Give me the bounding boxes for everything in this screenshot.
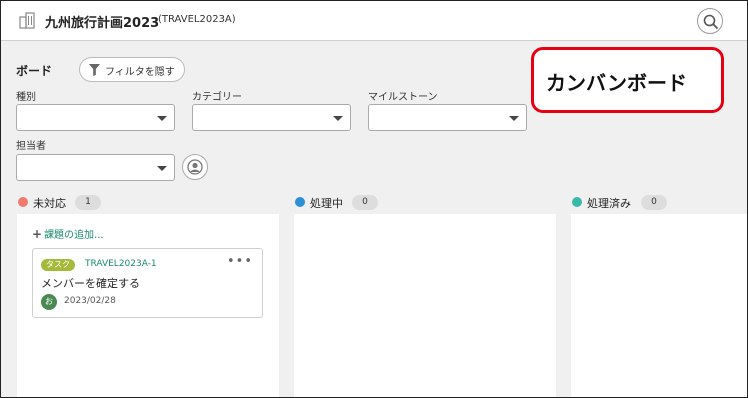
status-dot	[572, 197, 582, 207]
board-title: ボード	[16, 64, 53, 78]
status-dot	[18, 197, 28, 207]
column-name: 未対応	[33, 197, 66, 210]
plus-icon: +	[32, 227, 43, 241]
search-icon	[703, 14, 719, 30]
issue-type-tag: タスク	[41, 259, 75, 271]
search-button[interactable]	[697, 8, 723, 34]
avatar: お	[41, 294, 57, 310]
column-name: 処理済み	[587, 197, 631, 210]
filter-icon	[89, 64, 100, 76]
column-count: 0	[352, 195, 378, 210]
add-issue-label: 課題の追加...	[44, 230, 104, 241]
column-header-open: 未対応 1	[18, 194, 118, 210]
chevron-down-icon	[333, 116, 343, 121]
due-date: 2023/02/28	[64, 296, 116, 306]
issue-key[interactable]: TRAVEL2023A-1	[85, 259, 157, 269]
hide-filter-button[interactable]: フィルタを隠す	[79, 57, 185, 82]
project-icon	[19, 12, 35, 29]
callout-text: カンバンボード	[546, 71, 687, 95]
chevron-down-icon	[509, 116, 519, 121]
column-in-progress	[294, 214, 556, 397]
add-issue-link[interactable]: + 課題の追加...	[32, 226, 104, 241]
column-count: 0	[641, 195, 667, 210]
column-header-resolved: 処理済み 0	[572, 194, 682, 210]
assignee-select[interactable]	[16, 154, 175, 181]
category-label: カテゴリー	[192, 92, 242, 103]
header-bar: 九州旅行計画2023 (TRAVEL2023A)	[1, 1, 747, 41]
chevron-down-icon	[157, 166, 167, 171]
milestone-label: マイルストーン	[368, 92, 438, 103]
kanban-board-callout: カンバンボード	[531, 47, 724, 113]
more-icon[interactable]: •••	[227, 254, 253, 269]
category-select[interactable]	[192, 104, 351, 131]
issue-title: メンバーを確定する	[41, 277, 140, 290]
type-label: 種別	[16, 92, 36, 103]
project-key: (TRAVEL2023A)	[158, 14, 236, 25]
assign-to-me-button[interactable]	[182, 154, 208, 180]
hide-filter-label: フィルタを隠す	[105, 67, 175, 78]
chevron-down-icon	[157, 116, 167, 121]
issue-card[interactable]: タスク TRAVEL2023A-1 ••• メンバーを確定する お 2023/0…	[32, 248, 263, 318]
status-dot	[295, 197, 305, 207]
type-select[interactable]	[16, 104, 175, 131]
column-name: 処理中	[310, 197, 343, 210]
column-resolved	[571, 214, 747, 397]
column-header-in-progress: 処理中 0	[295, 194, 395, 210]
assignee-label: 担当者	[16, 141, 46, 152]
column-open: + 課題の追加... タスク TRAVEL2023A-1 ••• メンバーを確定す…	[17, 214, 279, 397]
project-name[interactable]: 九州旅行計画2023	[45, 12, 159, 31]
user-icon	[187, 159, 203, 175]
column-count: 1	[75, 195, 101, 210]
app-window: 九州旅行計画2023 (TRAVEL2023A) ボード フィルタを隠す 種別 …	[0, 0, 748, 398]
milestone-select[interactable]	[368, 104, 527, 131]
